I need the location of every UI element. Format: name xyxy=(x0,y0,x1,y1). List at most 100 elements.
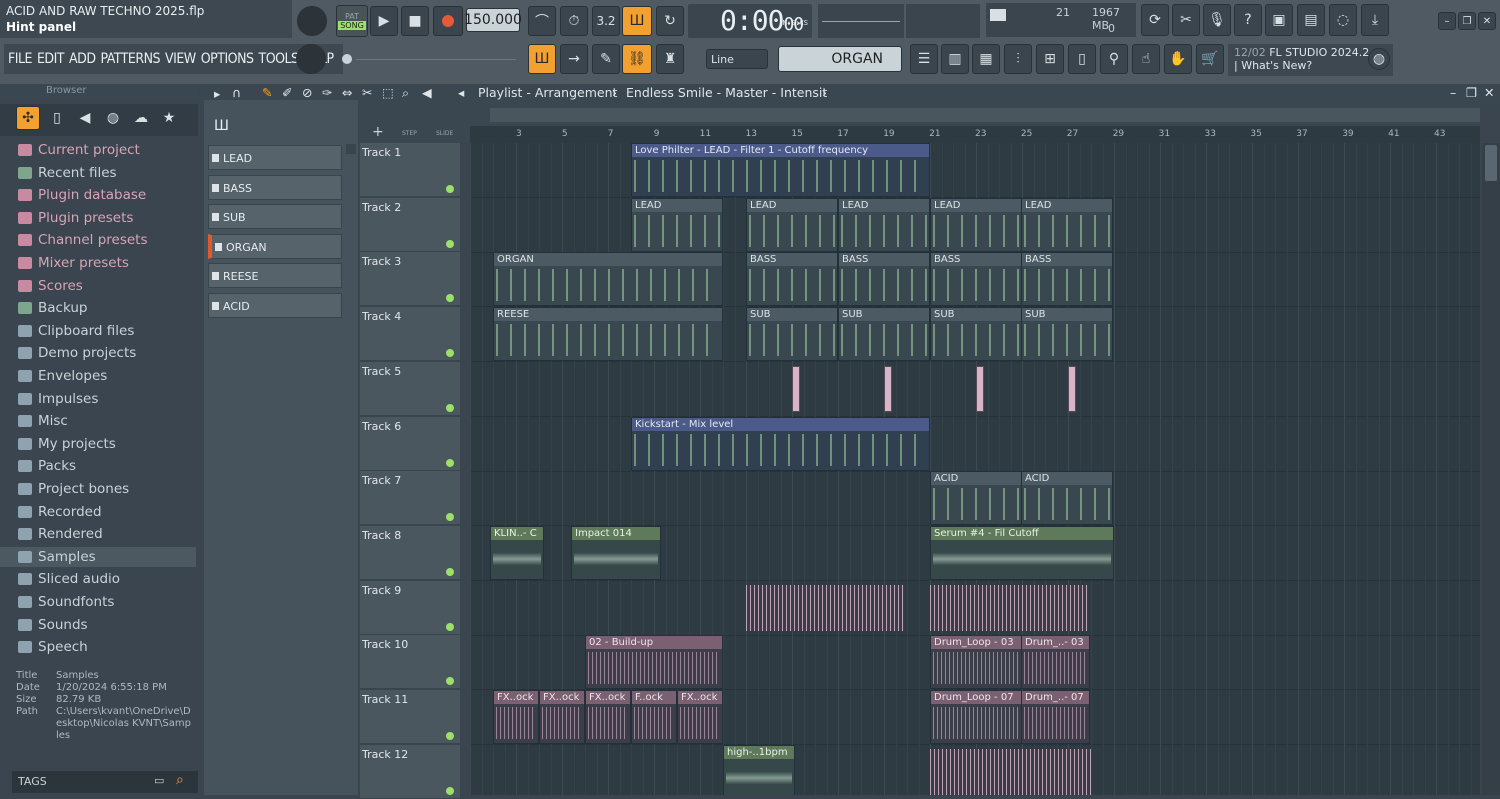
clip[interactable]: Impact 014 xyxy=(571,525,661,580)
browser-item[interactable]: Speech xyxy=(18,637,88,657)
pattern-icon[interactable]: ▦ xyxy=(972,44,1000,74)
undo-history-icon[interactable]: ⟳ xyxy=(1141,4,1169,36)
vertical-scrollbar[interactable] xyxy=(1482,143,1500,795)
browser-item[interactable]: Soundfonts xyxy=(18,592,114,612)
chat-icon[interactable]: ◌ xyxy=(1329,4,1357,36)
browser-item[interactable]: Mixer presets xyxy=(18,253,129,273)
picker-scroll-up[interactable] xyxy=(346,144,356,154)
master-pitch-knob[interactable] xyxy=(296,44,326,74)
browser-file-icon[interactable]: ▯ xyxy=(1068,44,1096,74)
mixer-icon[interactable]: ⫶ xyxy=(1004,44,1032,74)
playlist-minimize-icon[interactable]: – xyxy=(1450,85,1456,100)
pattern-item[interactable]: SUB xyxy=(208,204,342,230)
pencil-tool-icon[interactable]: ✎ xyxy=(262,85,272,100)
timeline-ruler[interactable]: 3 5 7 9 11 13 15 17 19 21 23 25 27 29 31 33 35 37 39 41 43 xyxy=(470,126,1480,143)
clip[interactable] xyxy=(930,748,1092,795)
clip[interactable]: ACID xyxy=(1021,471,1113,526)
track-header[interactable]: Track 11 xyxy=(360,690,460,744)
tree-icon[interactable]: ⊞ xyxy=(1036,44,1064,74)
clip[interactable]: ORGAN xyxy=(493,252,723,307)
close-icon[interactable]: ✕ xyxy=(1478,12,1496,30)
clip[interactable]: FX..ock xyxy=(585,690,631,744)
browser-item[interactable]: Packs xyxy=(18,456,76,476)
clip[interactable]: Kickstart - Mix level xyxy=(631,416,930,471)
download-icon[interactable]: ⤓ xyxy=(1361,4,1389,36)
browser-item[interactable]: Channel presets xyxy=(18,230,148,250)
mute-tool-icon[interactable]: ✑ xyxy=(322,85,332,100)
browser-item[interactable]: Scores xyxy=(18,276,83,296)
save-icon[interactable]: ▣ xyxy=(1265,4,1293,36)
clip[interactable]: Serum #4 - Fil Cutoff xyxy=(930,525,1114,580)
clip[interactable]: LEAD xyxy=(930,197,1022,252)
link-icon[interactable]: ⛓ xyxy=(622,44,652,74)
record-button[interactable] xyxy=(433,6,463,36)
clip[interactable]: SUB xyxy=(1021,307,1113,362)
playlist-grid[interactable]: Love Philter - LEAD - Filter 1 - Cutoff … xyxy=(470,143,1480,795)
track-mute-led[interactable] xyxy=(446,786,454,795)
zoom-tool-icon[interactable]: ⌕ xyxy=(402,85,409,101)
browser-item[interactable]: Current project xyxy=(18,140,140,160)
master-pitch-slider[interactable] xyxy=(336,50,520,70)
folder-icon[interactable]: ▭ xyxy=(154,774,164,787)
search-icon[interactable]: ⌕ xyxy=(176,772,184,788)
track-header[interactable]: Track 2 xyxy=(360,197,460,252)
menu-view[interactable]: VIEW xyxy=(165,51,196,67)
menu-tools[interactable]: TOOLS xyxy=(259,51,300,67)
clip[interactable]: SUB xyxy=(838,307,930,362)
browser-item[interactable]: Recorded xyxy=(18,502,102,522)
tempo-display[interactable]: 150.000 xyxy=(464,8,522,32)
clip[interactable]: BASS xyxy=(838,252,930,307)
minimize-icon[interactable]: – xyxy=(1438,12,1456,30)
web-tab-icon[interactable]: ◍ xyxy=(102,106,124,130)
arrow-right-icon[interactable]: → xyxy=(560,44,588,74)
track-header[interactable]: Track 1 xyxy=(360,143,460,197)
clip[interactable]: ACID xyxy=(930,471,1022,526)
playlist-overview[interactable] xyxy=(470,104,1480,126)
pattern-item[interactable]: ACID xyxy=(208,293,342,318)
plugin-tab-icon[interactable]: ◀ xyxy=(74,106,96,130)
clip[interactable]: BASS xyxy=(746,252,838,307)
browser-item[interactable]: Sounds xyxy=(18,615,88,635)
menu-file[interactable]: FILE xyxy=(8,51,32,67)
tags-bar[interactable]: TAGS ▭ ⌕ xyxy=(12,771,198,793)
browser-item[interactable]: Plugin presets xyxy=(18,208,133,228)
browser-item[interactable]: My projects xyxy=(18,434,116,454)
delete-tool-icon[interactable]: ⊘ xyxy=(302,85,312,100)
master-volume-knob[interactable] xyxy=(297,6,327,36)
browser-item[interactable]: Project bones xyxy=(18,479,129,499)
clip[interactable]: BASS xyxy=(930,252,1022,307)
clip[interactable]: REESE xyxy=(493,307,723,362)
track-header[interactable]: Track 3 xyxy=(360,252,460,307)
plugin-icon[interactable]: ⚲ xyxy=(1100,44,1128,74)
touch-icon[interactable]: ☝ xyxy=(1132,44,1160,74)
clip[interactable] xyxy=(1068,365,1076,412)
track-mute-led[interactable] xyxy=(446,677,454,686)
track-header[interactable]: Track 9 xyxy=(360,580,460,635)
browser-item[interactable]: Sliced audio xyxy=(18,569,120,589)
track-header[interactable]: Track 7 xyxy=(360,471,460,526)
stop-button[interactable]: ■ xyxy=(401,6,429,36)
track-mute-led[interactable] xyxy=(446,513,454,522)
clip[interactable]: LEAD xyxy=(1021,197,1113,252)
track-header[interactable]: Track 5 xyxy=(360,361,460,416)
menu-add[interactable]: ADD xyxy=(69,51,96,67)
pattern-item[interactable]: LEAD xyxy=(208,145,342,170)
channel-select[interactable]: ORGAN xyxy=(778,46,902,72)
paint-tool-icon[interactable]: ✐ xyxy=(282,85,292,100)
save-as-icon[interactable]: ▤ xyxy=(1297,4,1325,36)
clip[interactable]: Drum_Loop - 03 xyxy=(930,635,1022,690)
track-header[interactable]: Track 4 xyxy=(360,307,460,362)
restore-icon[interactable]: ❐ xyxy=(1458,12,1476,30)
track-header[interactable]: Track 8 xyxy=(360,525,460,580)
pattern-item[interactable]: ORGAN xyxy=(208,233,342,259)
browser-item[interactable]: Recent files xyxy=(18,163,117,183)
metronome-icon[interactable]: ⌒ xyxy=(528,6,556,36)
track-mute-led[interactable] xyxy=(446,622,454,631)
browser-item[interactable]: Misc xyxy=(18,411,68,431)
star-tab-icon[interactable]: ★ xyxy=(158,106,180,130)
play-button[interactable]: ▶ xyxy=(370,6,398,36)
track-header[interactable]: Track 12 xyxy=(360,744,460,799)
help-icon[interactable]: ? xyxy=(1234,4,1262,36)
clip[interactable]: Drum_..- 03 xyxy=(1021,635,1090,690)
track-mute-led[interactable] xyxy=(446,458,454,467)
